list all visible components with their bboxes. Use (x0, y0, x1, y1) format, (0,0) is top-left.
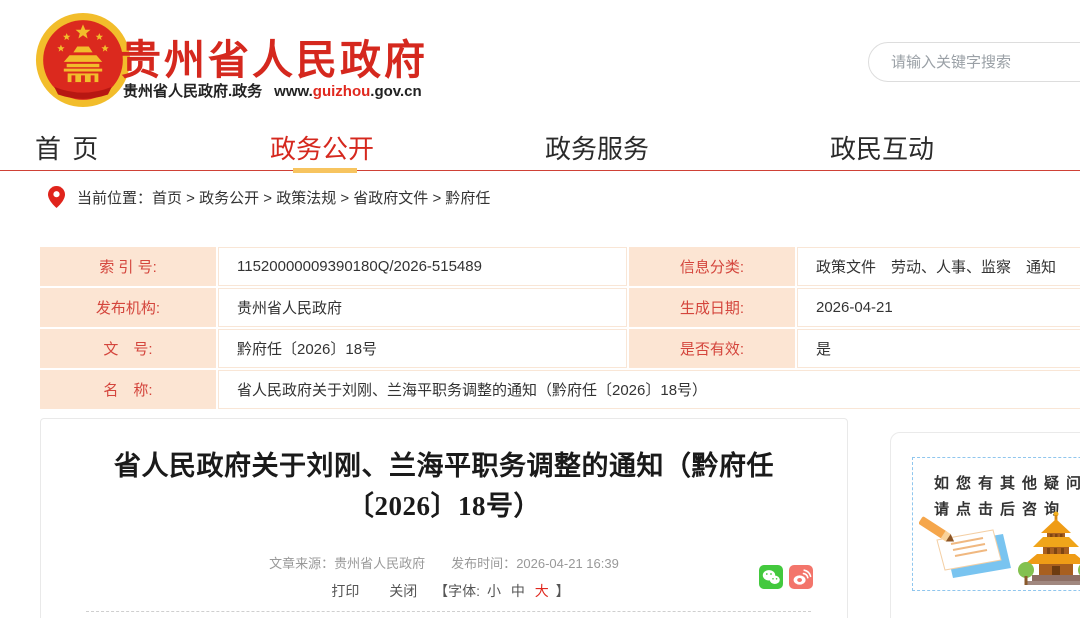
breadcrumb: 当前位置： 首页 > 政务公开 > 政策法规 > 省政府文件 > 黔府任 (48, 186, 490, 208)
font-small-button[interactable]: 小 (487, 583, 501, 599)
site-title: 贵州省人民政府 (120, 26, 428, 86)
consult-button[interactable]: 如您有其他疑问 请点击后咨询 (912, 457, 1080, 591)
consult-line1: 如您有其他疑问 (934, 471, 1080, 497)
font-size-label: 【字体: (434, 583, 480, 599)
consult-panel: 如您有其他疑问 请点击后咨询 (890, 432, 1080, 618)
doc-agency-value: 贵州省人民政府 (218, 288, 627, 327)
doc-agency-label: 发布机构: (40, 288, 216, 327)
doc-number-value: 黔府任〔2026〕18号 (218, 329, 627, 368)
font-large-button[interactable]: 大 (535, 583, 549, 599)
nav-item-gov-services[interactable]: 政务服务 (545, 129, 649, 166)
article-actions: 打印 关闭 【字体: 小 中 大 】 (41, 581, 847, 601)
article-divider (86, 611, 811, 612)
doc-info-table: 索 引 号: 11520000009390180Q/2026-515489 信息… (40, 247, 1080, 409)
doc-date-label: 生成日期: (629, 288, 795, 327)
wechat-share-icon[interactable] (759, 565, 783, 589)
article-meta: 文章来源：贵州省人民政府 发布时间：2026-04-21 16:39 (41, 553, 847, 572)
site-url: www.guizhou.gov.cn (274, 83, 422, 100)
font-medium-button[interactable]: 中 (511, 583, 525, 599)
breadcrumb-label: 当前位置： (77, 187, 152, 208)
search-input[interactable] (868, 42, 1080, 82)
doc-valid-label: 是否有效: (629, 329, 795, 368)
doc-name-label: 名 称: (40, 370, 216, 409)
close-button[interactable]: 关闭 (389, 583, 417, 599)
doc-name-value: 省人民政府关于刘刚、兰海平职务调整的通知（黔府任〔2026〕18号） (218, 370, 1080, 409)
article-card: 省人民政府关于刘刚、兰海平职务调整的通知（黔府任〔2026〕18号） 文章来源：… (40, 418, 848, 618)
article-title: 省人民政府关于刘刚、兰海平职务调整的通知（黔府任〔2026〕18号） (104, 446, 784, 526)
doc-number-label: 文 号: (40, 329, 216, 368)
font-size-label-close: 】 (556, 583, 570, 599)
pencil-paper-illustration (919, 514, 1014, 587)
active-tab-indicator (293, 168, 357, 173)
doc-index-value: 11520000009390180Q/2026-515489 (218, 247, 627, 286)
site-subtitle-text: 贵州省人民政府.政务 (123, 83, 262, 100)
nav-item-interaction[interactable]: 政民互动 (830, 129, 934, 166)
pagoda-illustration (1017, 510, 1080, 591)
doc-valid-value: 是 (797, 329, 1080, 368)
doc-date-value: 2026-04-21 (797, 288, 1080, 327)
weibo-share-icon[interactable] (789, 565, 813, 589)
national-emblem-logo[interactable] (35, 12, 131, 108)
article-time-value: 2026-04-21 16:39 (516, 556, 619, 571)
article-source-value: 贵州省人民政府 (334, 556, 425, 571)
doc-category-label: 信息分类: (629, 247, 795, 286)
nav-item-gov-info[interactable]: 政务公开 (270, 129, 374, 166)
page-root: 贵州省人民政府 贵州省人民政府.政务 www.guizhou.gov.cn 首 页… (0, 0, 1080, 618)
article-time-label: 发布时间： (451, 556, 516, 571)
main-nav: 首 页 政务公开 政务服务 政民互动 (0, 118, 1080, 171)
location-pin-icon (48, 186, 65, 208)
print-button[interactable]: 打印 (331, 583, 359, 599)
nav-item-home[interactable]: 首 页 (35, 129, 100, 166)
site-subtitle: 贵州省人民政府.政务 www.guizhou.gov.cn (123, 80, 422, 101)
share-bar (759, 565, 813, 589)
breadcrumb-path[interactable]: 首页 > 政务公开 > 政策法规 > 省政府文件 > 黔府任 (152, 187, 490, 208)
doc-category-value: 政策文件 劳动、人事、监察 通知 (797, 247, 1080, 286)
doc-index-label: 索 引 号: (40, 247, 216, 286)
article-source-label: 文章来源： (269, 556, 334, 571)
